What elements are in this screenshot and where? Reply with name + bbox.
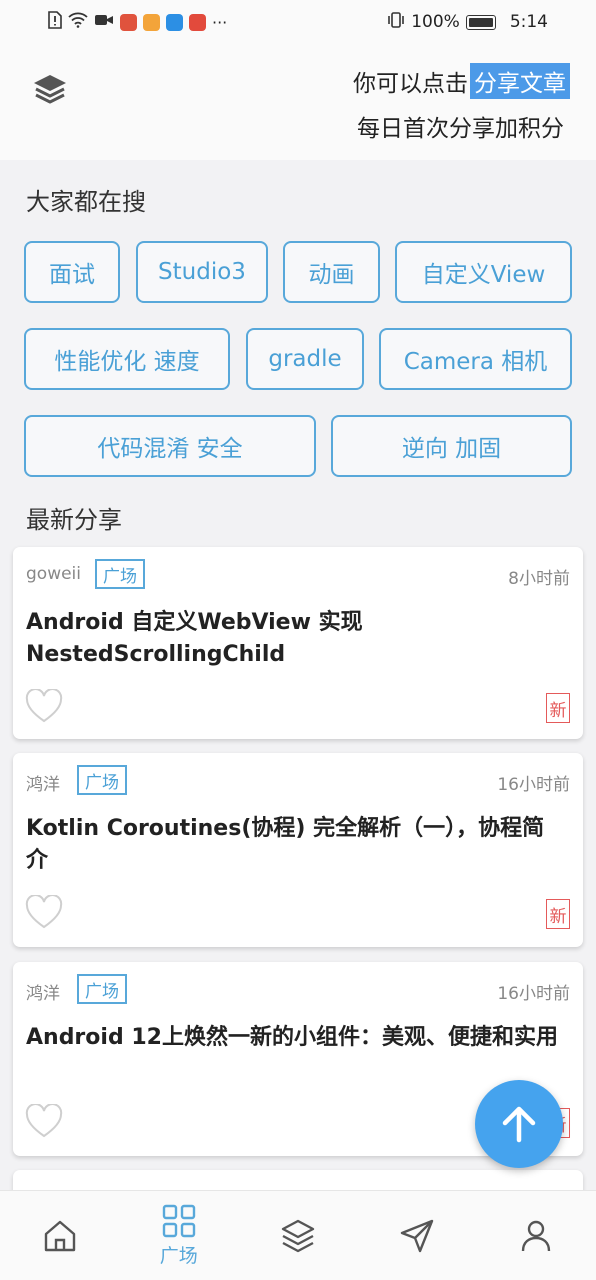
home-icon [44,1220,75,1251]
app-blue-bulb-icon [166,13,183,31]
search-tag[interactable]: gradle [246,328,364,390]
article-author[interactable]: 鸿洋 [26,770,60,795]
article-author[interactable]: goweii [26,564,81,584]
sim-alert-icon [48,11,62,33]
nav-square[interactable]: 广场 [119,1191,238,1280]
nav-system[interactable] [238,1191,357,1280]
status-bar: ··· 100% 5:14 [0,0,596,44]
article-author[interactable]: 鸿洋 [26,979,60,1004]
article-category-tag[interactable]: 广场 [77,974,127,1004]
search-tag[interactable]: 动画 [283,241,380,303]
article-card[interactable]: 鸿洋 广场 16小时前 Kotlin Coroutines(协程) 完全解析（一… [13,753,583,947]
article-time: 16小时前 [497,775,570,795]
article-category-tag[interactable]: 广场 [77,765,127,795]
user-icon [522,1220,551,1251]
points-hint: 每日首次分享加积分 [357,116,564,142]
bottom-navigation: 广场 [0,1190,596,1280]
battery-icon [465,14,496,30]
video-icon [94,12,114,32]
heart-icon[interactable] [25,1103,63,1140]
search-tag[interactable]: 性能优化 速度 [24,328,230,390]
app-orange-icon [143,13,160,31]
battery-percent: 100% [411,12,460,32]
latest-share-title: 最新分享 [26,506,122,534]
clock: 5:14 [509,12,548,32]
more-notifications-icon: ··· [212,12,228,32]
article-title[interactable]: Kotlin Coroutines(协程) 完全解析（一），协程简介 [26,813,563,877]
app-huawei-icon [189,13,206,31]
heart-icon[interactable] [25,894,63,931]
search-tag[interactable]: 面试 [24,241,120,303]
share-hint: 你可以点击 分享文章 [353,63,570,99]
status-notifications: ··· [48,11,227,33]
search-tag[interactable]: Studio3 [136,241,268,303]
nav-navigation[interactable] [358,1191,477,1280]
new-badge: 新 [546,693,570,723]
search-tag[interactable]: 逆向 加固 [331,415,572,477]
article-title[interactable]: Android 自定义WebView 实现NestedScrollingChil… [26,607,563,671]
vibrate-icon [387,11,405,33]
article-time: 16小时前 [497,984,570,1004]
search-tag[interactable]: 代码混淆 安全 [24,415,316,477]
arrow-up-icon [502,1106,536,1143]
header: 你可以点击 分享文章 每日首次分享加积分 [0,44,596,160]
wifi-icon [68,12,88,33]
article-card[interactable]: goweii 广场 8小时前 Android 自定义WebView 实现Nest… [13,547,583,739]
article-category-tag[interactable]: 广场 [95,559,145,589]
grid-icon [162,1204,195,1238]
search-tag[interactable]: Camera 相机 [379,328,572,390]
navigation-icon [401,1219,434,1252]
layers-icon [281,1219,315,1252]
app-red-book-icon [120,13,137,31]
share-article-link[interactable]: 分享文章 [470,63,570,99]
heart-icon[interactable] [25,688,63,725]
nav-label: 广场 [159,1245,198,1267]
search-tag[interactable]: 自定义View [395,241,572,303]
new-badge: 新 [546,899,570,929]
article-title[interactable]: Android 12上焕然一新的小组件：美观、便捷和实用 [26,1022,563,1054]
share-hint-text: 你可以点击 [353,71,468,97]
nav-mine[interactable] [477,1191,596,1280]
nav-home[interactable] [0,1191,119,1280]
scroll-to-top-button[interactable] [475,1080,563,1168]
layers-icon[interactable] [30,70,70,110]
article-time: 8小时前 [508,569,570,589]
hot-search-title: 大家都在搜 [26,188,146,216]
